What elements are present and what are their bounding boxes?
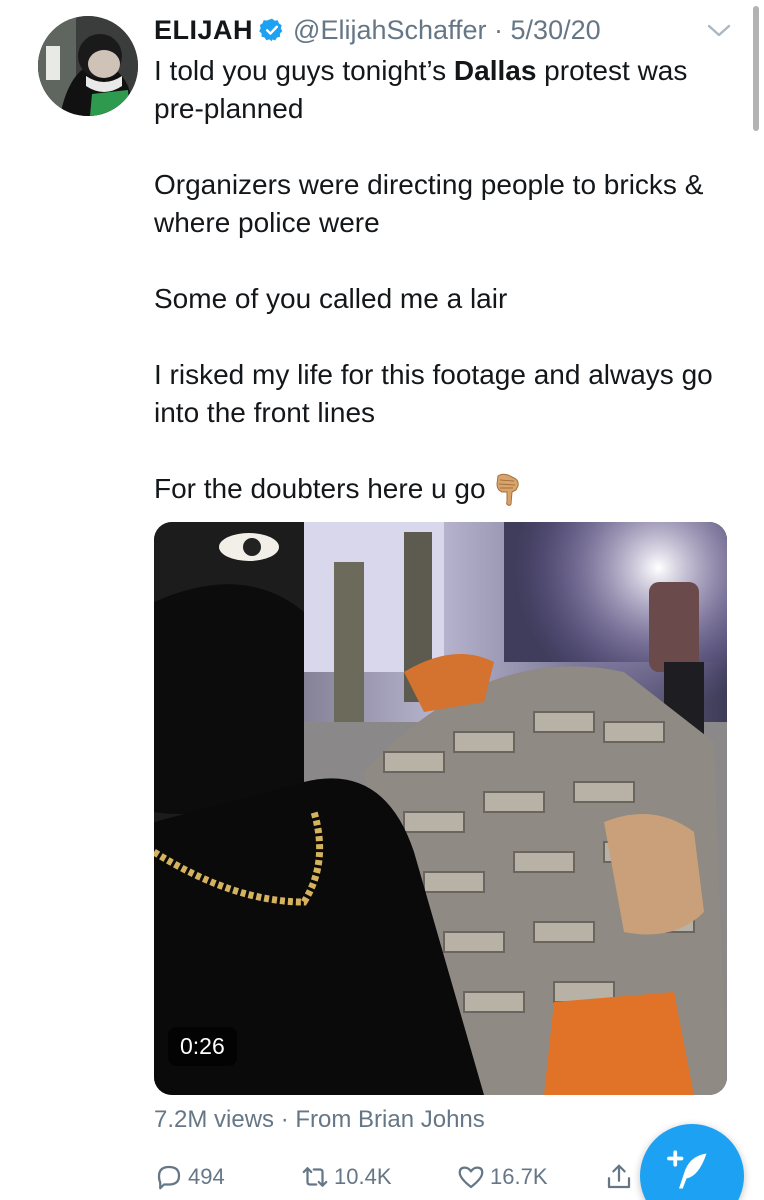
video-duration-badge: 0:26 [168,1027,237,1066]
video-source[interactable]: From Brian Johns [295,1106,484,1133]
text-segment: I told you guys tonight’s [154,55,454,86]
reply-icon [157,1165,181,1190]
share-button[interactable] [604,1162,638,1192]
heart-icon [458,1166,484,1189]
chevron-down-icon[interactable] [705,22,733,40]
tweet-paragraph: Some of you called me a lair [154,283,508,314]
tweet-paragraph: For the doubters here u go [154,470,744,508]
tweet-action-bar: 494 10.4K 16.7K [154,1162,654,1200]
video-thumbnail [154,522,727,1095]
video-views-attribution: 7.2M views · From Brian Johns [154,1106,485,1133]
tweet-paragraph: I risked my life for this footage and al… [154,359,713,428]
author-name[interactable]: ELIJAH [154,15,253,46]
retweet-count: 10.4K [334,1164,392,1189]
retweet-button[interactable]: 10.4K [300,1162,392,1192]
scrollbar[interactable] [753,6,759,131]
like-count: 16.7K [490,1164,548,1189]
reply-count: 494 [188,1164,225,1189]
tweet-paragraph: Organizers were directing people to bric… [154,169,704,238]
author-avatar[interactable] [38,16,138,116]
retweet-icon [302,1167,328,1187]
compose-tweet-icon [667,1150,707,1189]
tweet-paragraph: I told you guys tonight’s Dallas protest… [154,52,744,128]
share-icon [607,1164,631,1189]
tweet-detail-screen: ELIJAH @ElijahSchaffer · 5/30/20 I told … [0,0,764,1200]
tweet-header: ELIJAH @ElijahSchaffer · 5/30/20 [154,12,601,48]
bold-text-segment: Dallas [453,55,537,86]
tweet-text: I told you guys tonight’s Dallas protest… [154,52,744,546]
avatar-image [38,16,138,116]
video-player[interactable]: 0:26 [154,522,727,1095]
like-button[interactable]: 16.7K [456,1162,548,1192]
reply-button[interactable]: 494 [154,1162,225,1192]
author-handle-and-date[interactable]: @ElijahSchaffer · 5/30/20 [293,15,601,46]
view-count: 7.2M views [154,1106,275,1133]
backhand-index-pointing-down-emoji [496,473,519,506]
text-segment: For the doubters here u go [154,473,486,504]
compose-tweet-button[interactable] [640,1124,744,1200]
verified-badge-icon [259,18,283,42]
